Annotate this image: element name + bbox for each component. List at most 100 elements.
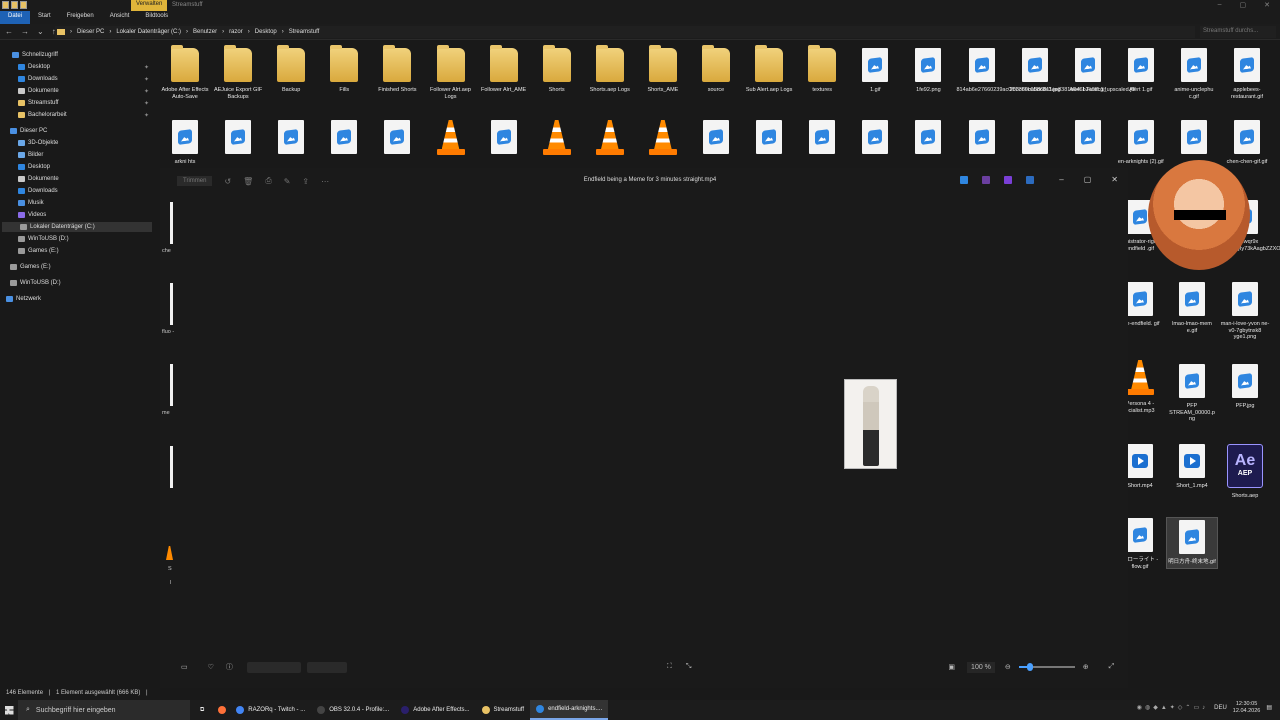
edit-icon[interactable]: ✎ <box>284 177 291 186</box>
close-icon[interactable]: ✕ <box>1264 1 1270 9</box>
sidebar-item[interactable]: Lokaler Datenträger (C:) <box>2 222 152 232</box>
file-tile[interactable] <box>1169 120 1219 159</box>
minimize-icon[interactable]: – <box>1059 175 1063 184</box>
language-indicator[interactable]: DEU <box>1214 705 1227 711</box>
onedrive-icon[interactable] <box>1026 176 1034 184</box>
trim-button[interactable]: Trimmen <box>177 176 213 186</box>
file-tile[interactable]: Alert 1 Final.gif <box>1063 48 1113 94</box>
breadcrumb-segment[interactable]: Benutzer <box>193 29 217 35</box>
file-tile[interactable]: lmao-lmao-mem e.gif <box>1167 282 1217 334</box>
task-view-icon[interactable]: ⧉ <box>190 700 214 720</box>
file-tile[interactable]: PFP.jpg <box>1220 364 1270 410</box>
taskbar-app[interactable]: endfield-arknights.... <box>530 700 609 720</box>
info-icon[interactable]: ⓘ <box>226 662 233 672</box>
file-tile[interactable] <box>213 120 263 159</box>
sidebar-item[interactable]: 3D-Objekte <box>0 138 58 148</box>
photos-app-icon[interactable] <box>960 176 968 184</box>
file-tile[interactable] <box>797 120 847 159</box>
file-tile[interactable] <box>850 120 900 159</box>
delete-icon[interactable]: 🗑 <box>243 177 253 186</box>
maximize-icon[interactable]: ▢ <box>1084 175 1092 184</box>
file-tile[interactable]: Follower Alrt.aep Logs <box>426 45 476 100</box>
file-tile[interactable]: PFP STREAM_00000.p ng <box>1167 364 1217 423</box>
file-tile[interactable]: chen-chen-gif.gif <box>1222 120 1272 166</box>
fit-screen-icon[interactable]: ▣ <box>948 663 955 671</box>
file-tile[interactable] <box>638 120 688 161</box>
sidebar-item[interactable]: Downloads <box>0 186 58 196</box>
window-controls[interactable]: – ▢ ✕ <box>1218 1 1270 9</box>
breadcrumb-segment[interactable]: Dieser PC <box>77 29 104 35</box>
sidebar-item[interactable]: Videos <box>0 210 46 220</box>
file-tile[interactable]: AEJuice Export GIF Backups <box>213 45 263 100</box>
sidebar-item[interactable]: Netzwerk <box>0 294 41 304</box>
file-tile[interactable]: Fills <box>319 45 369 94</box>
breadcrumb-chevron-icon[interactable]: › <box>186 29 188 35</box>
file-tile[interactable]: Finished Shorts <box>372 45 422 94</box>
file-tile[interactable]: en-arknights (2).gif <box>1116 120 1166 166</box>
file-tile[interactable]: applebees-restaurant.gif <box>1222 48 1272 100</box>
file-tile[interactable] <box>585 120 635 161</box>
sidebar-item[interactable]: Dokumente ✦ <box>0 86 149 96</box>
breadcrumb[interactable]: › Dieser PC › Lokaler Datenträger (C:) › Benu… <box>55 26 1195 38</box>
breadcrumb-chevron-icon[interactable]: › <box>282 29 284 35</box>
file-tile[interactable] <box>903 120 953 159</box>
sidebar-item[interactable]: Games (E:) <box>0 246 59 256</box>
file-tile[interactable]: 明日方舟-终末地.gif <box>1166 517 1218 569</box>
zoom-slider-thumb[interactable] <box>1026 663 1033 671</box>
minimize-icon[interactable]: – <box>1218 1 1222 9</box>
file-tile[interactable]: Backup <box>266 45 316 94</box>
breadcrumb-chevron-icon[interactable]: › <box>109 29 111 35</box>
back-arrow-icon[interactable]: ← <box>5 27 13 36</box>
crop-icon[interactable]: ⤡ <box>686 663 692 671</box>
clock[interactable]: 12:30:05 12.04.2026 <box>1233 701 1261 714</box>
file-tile[interactable] <box>957 120 1007 159</box>
sidebar-item[interactable]: Bachelorarbeit ✦ <box>0 110 149 120</box>
file-tile[interactable]: Shorts_AME <box>638 45 688 94</box>
file-tile[interactable]: source <box>691 45 741 94</box>
sidebar-item[interactable]: Schnellzugriff <box>0 50 58 60</box>
ribbon-tab-4[interactable]: Bildtools <box>137 11 176 24</box>
sidebar-item[interactable]: Streamstuff ✦ <box>0 98 149 108</box>
file-tile[interactable]: Ae AEP Shorts.aep <box>1220 444 1270 500</box>
breadcrumb-chevron-icon[interactable]: › <box>70 29 72 35</box>
designer-icon[interactable] <box>1004 176 1012 184</box>
file-tile[interactable]: Short_1.mp4 <box>1167 444 1217 490</box>
maximize-icon[interactable]: ▢ <box>1240 1 1247 9</box>
file-tile[interactable]: arkni hts <box>160 120 210 166</box>
print-icon[interactable]: ⎙ <box>265 176 271 186</box>
sidebar-item[interactable]: Dieser PC <box>0 126 47 136</box>
sidebar-item[interactable]: Dokumente <box>0 174 59 184</box>
sidebar-item[interactable]: Musik <box>0 198 44 208</box>
breadcrumb-chevron-icon[interactable]: › <box>222 29 224 35</box>
file-tile[interactable] <box>266 120 316 159</box>
file-tile[interactable]: Adobe After Effects Auto-Save <box>160 45 210 100</box>
rotate-icon[interactable]: ↺ <box>224 177 231 186</box>
ribbon-tab-2[interactable]: Freigeben <box>59 11 102 24</box>
file-tile[interactable]: Alert 1.gif <box>1116 48 1166 94</box>
sidebar-item[interactable]: Downloads ✦ <box>0 74 149 84</box>
search-input[interactable]: Streamstuff durchs... <box>1200 26 1276 38</box>
file-tile[interactable]: Shorts <box>532 45 582 94</box>
favorite-icon[interactable]: ♡ <box>208 663 214 671</box>
file-tile[interactable]: 1fe92.png <box>903 48 953 94</box>
file-tile[interactable]: anime-unclephu c.gif <box>1169 48 1219 100</box>
start-button[interactable] <box>0 700 18 720</box>
file-tile[interactable]: Shorts.aep Logs <box>585 45 635 94</box>
taskbar-search[interactable]: ⌕ Suchbegriff hier eingeben <box>18 700 190 720</box>
fullscreen-icon[interactable]: ⤢ <box>1109 663 1115 671</box>
file-tile[interactable] <box>691 120 741 159</box>
taskbar-app[interactable]: Adobe After Effects... <box>395 700 475 720</box>
file-tile[interactable]: 814ab6e27660239ac0f83c66c058c8e3.jpg <box>957 48 1060 94</box>
ribbon-tab-1[interactable]: Start <box>30 11 59 24</box>
sidebar-item[interactable]: Desktop <box>0 162 50 172</box>
file-tile[interactable] <box>532 120 582 161</box>
file-tile[interactable] <box>319 120 369 159</box>
ribbon-tab-0[interactable]: Datei <box>0 11 31 24</box>
zoom-slider[interactable] <box>1018 663 1075 671</box>
file-tile[interactable]: man-i-love-yvon ne-v0-7gbytnxk8 yge1.png <box>1220 282 1270 341</box>
file-tile[interactable] <box>1063 120 1113 159</box>
sidebar-item[interactable]: WinToUSB (D:) <box>0 234 69 244</box>
chevron-down-icon[interactable]: ⌄ <box>37 27 44 36</box>
breadcrumb-chevron-icon[interactable]: › <box>248 29 250 35</box>
taskbar-app[interactable]: RAZORq - Twitch - ... <box>230 700 311 720</box>
